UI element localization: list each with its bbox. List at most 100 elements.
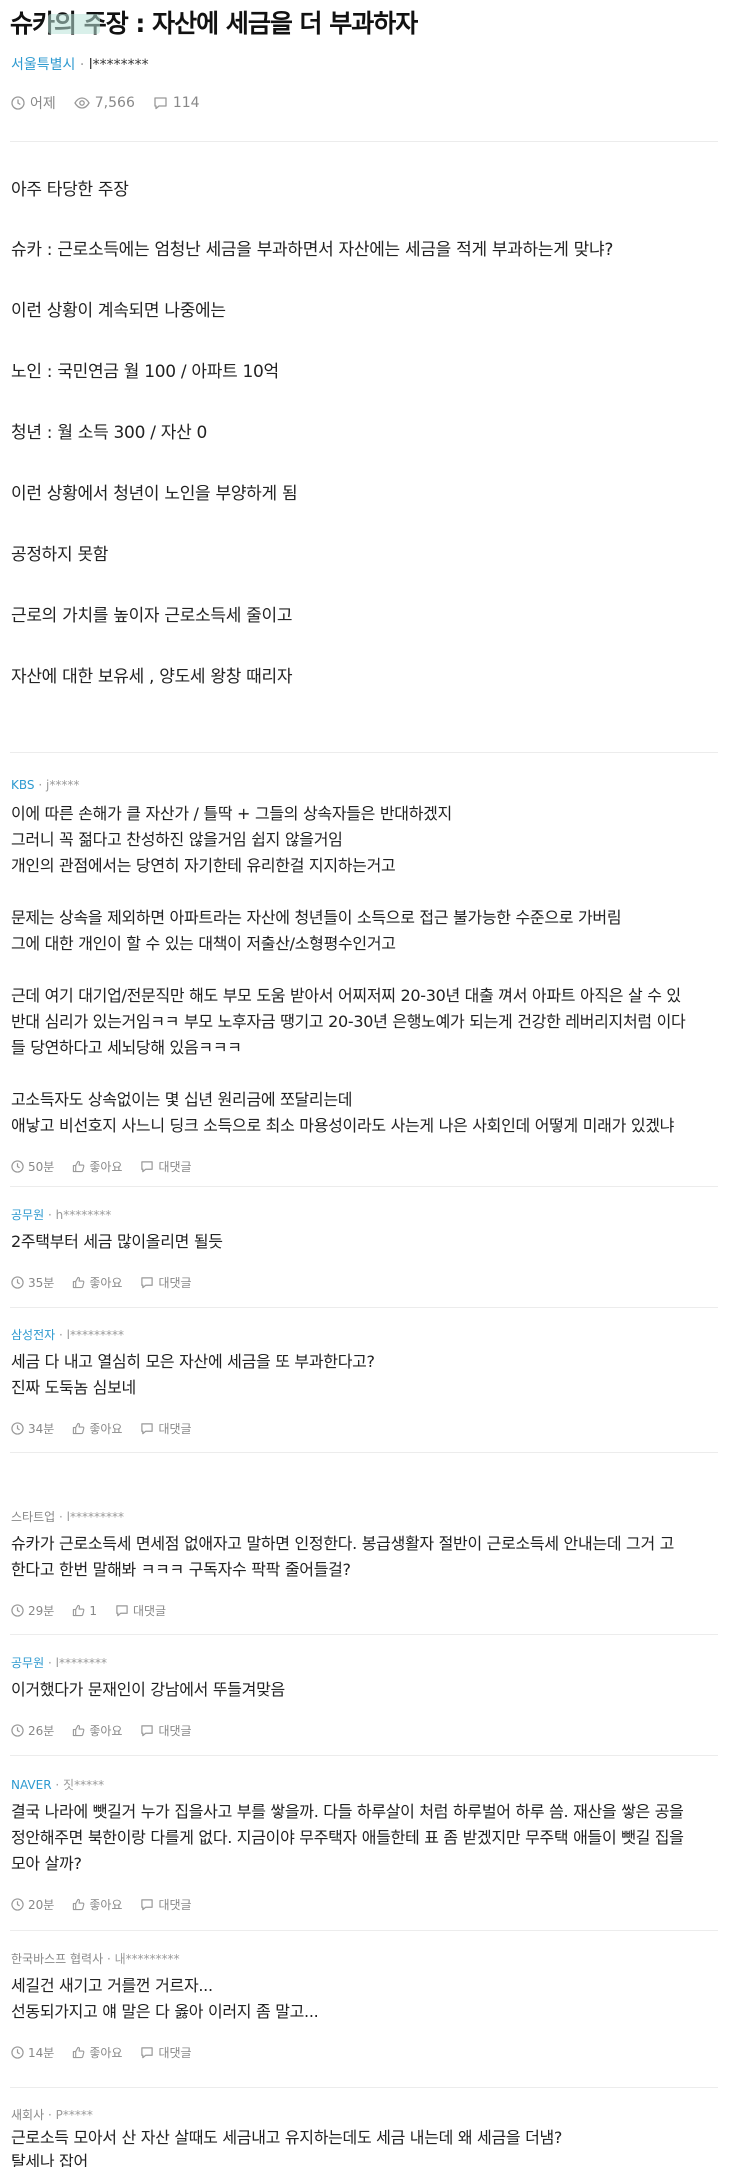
body-line: 이런 상황이 계속되면 나중에는	[11, 301, 226, 321]
comment-company[interactable]: 스타트업	[11, 1510, 55, 1524]
comment-text-line: 한다고 한번 말해봐 ㅋㅋㅋ 구독자수 팍팍 줄어들걸?	[11, 1560, 351, 1579]
body-line: 아주 타당한 주장	[11, 180, 129, 200]
comment-text-line: 슈카가 근로소득세 면세점 없애자고 말하면 인정한다. 봉급생활자 절반이 근…	[11, 1534, 675, 1553]
comment-text-line: 이에 따른 손해가 클 자산가 / 틀딱 + 그들의 상속자들은 반대하겠지	[11, 804, 452, 823]
comment-time-text: 50분	[28, 1160, 55, 1174]
comment-text-line: 결국 나라에 뺏길거 누가 집을사고 부를 쌓을까. 다들 하루살이 처럼 하루…	[11, 1802, 684, 1821]
body-line: 근로의 가치를 높이자 근로소득세 줄이고	[11, 606, 293, 626]
reply-button[interactable]: 대댓글	[115, 1602, 166, 1619]
comment-divider	[10, 2087, 718, 2088]
body-line: 청년 : 월 소득 300 / 자산 0	[11, 423, 208, 443]
comment-author-separator: ·	[38, 778, 43, 792]
comment-time: 29분	[11, 1602, 54, 1619]
like-button[interactable]: 좋아요	[72, 1274, 122, 1291]
comment-item: KBS · j***** 이에 따른 손해가 클 자산가 / 틀딱 + 그들의 …	[0, 770, 729, 1185]
reply-button[interactable]: 대댓글	[140, 1274, 192, 1291]
comment-author-id: j*****	[46, 778, 80, 792]
comment-time-text: 29분	[28, 1604, 55, 1618]
comment-time: 35분	[11, 1274, 54, 1291]
comment-author-separator: ·	[47, 1656, 52, 1670]
author-company[interactable]: 서울특별시	[11, 57, 75, 73]
comment-time: 14분	[11, 2044, 54, 2061]
reply-label: 대댓글	[132, 1604, 167, 1618]
comment-author-id: l*********	[66, 1328, 124, 1342]
comment-time-text: 34분	[28, 1422, 55, 1436]
thumbs-up-icon	[73, 1604, 85, 1617]
reply-label: 대댓글	[158, 1724, 192, 1738]
comment-company[interactable]: 새회사	[11, 2108, 44, 2122]
clock-icon	[11, 1422, 24, 1435]
comment-text-line: 탈세나 잡어	[11, 2152, 88, 2167]
comment-text-line: 세길건 새기고 거를껀 거르자...	[11, 1976, 213, 1995]
like-label: 좋아요	[89, 1160, 123, 1174]
reply-button[interactable]: 대댓글	[140, 1722, 192, 1739]
speech-bubble-icon	[141, 1725, 154, 1737]
comment-divider	[10, 1307, 718, 1308]
post-comments[interactable]: 114	[153, 95, 200, 111]
comment-actions: 50분 좋아요 대댓글	[11, 1158, 210, 1175]
speech-bubble-icon	[116, 1605, 128, 1617]
thumbs-up-icon	[73, 1898, 85, 1911]
reply-label: 대댓글	[158, 2046, 192, 2060]
comment-actions: 29분 1 대댓글	[11, 1602, 184, 1619]
like-button[interactable]: 1	[72, 1604, 97, 1618]
like-label: 좋아요	[89, 1898, 123, 1912]
like-label: 좋아요	[89, 1724, 123, 1738]
comment-divider	[10, 1755, 718, 1756]
comment-company[interactable]: 삼성전자	[11, 1328, 55, 1342]
comment-actions: 35분 좋아요 대댓글	[11, 1274, 210, 1291]
post-author: 서울특별시 · l********	[11, 54, 149, 74]
post-views-count: 7,566	[94, 95, 135, 111]
clock-icon	[11, 1276, 24, 1289]
comment-text-line: 2주택부터 세금 많이올리면 될듯	[11, 1232, 223, 1251]
comment-author-id: 내*********	[114, 1952, 180, 1966]
reply-button[interactable]: 대댓글	[140, 1158, 192, 1175]
speech-bubble-icon	[154, 97, 167, 110]
comment-author-id: 짓*****	[63, 1778, 105, 1792]
comment-divider	[10, 1186, 718, 1187]
like-button[interactable]: 좋아요	[72, 1896, 122, 1913]
comment-actions: 34분 좋아요 대댓글	[11, 1420, 210, 1437]
comment-company[interactable]: NAVER	[11, 1778, 52, 1792]
comment-author: KBS · j*****	[11, 778, 79, 792]
clock-icon	[11, 2046, 24, 2059]
clock-icon	[11, 1604, 24, 1617]
author-separator: ·	[79, 57, 85, 73]
comment-company[interactable]: KBS	[11, 778, 35, 792]
comment-author-separator: ·	[59, 1328, 63, 1342]
comment-company[interactable]: 한국바스프 협력사	[11, 1952, 103, 1966]
like-button[interactable]: 좋아요	[72, 1722, 122, 1739]
title-highlight-overlay	[48, 14, 100, 34]
comment-author: 한국바스프 협력사 · 내*********	[11, 1950, 180, 1967]
comment-author: 새회사 · P*****	[11, 2106, 93, 2123]
comment-text-line: 선동되가지고 얘 말은 다 옳아 이러지 좀 말고...	[11, 2002, 319, 2021]
comment-company[interactable]: 공무원	[11, 1656, 44, 1670]
comment-text-line: 세금 다 내고 열심히 모은 자산에 세금을 또 부과한다고?	[11, 1352, 375, 1371]
reply-button[interactable]: 대댓글	[140, 1896, 192, 1913]
body-line: 슈카 : 근로소득에는 엄청난 세금을 부과하면서 자산에는 세금을 적게 부과…	[11, 240, 614, 260]
comment-text-line: 고소득자도 상속없이는 몇 십년 원리금에 쪼달리는데	[11, 1090, 353, 1109]
comment-text-line: 그러니 꼭 젊다고 찬성하진 않을거임 쉽지 않을거임	[11, 830, 343, 849]
post-time-text: 어제	[30, 96, 56, 112]
like-button[interactable]: 좋아요	[72, 1158, 122, 1175]
like-button[interactable]: 좋아요	[72, 1420, 122, 1437]
comment-author-id: l********	[55, 1656, 107, 1670]
comment-author-id: h********	[55, 1208, 112, 1222]
header-divider	[10, 141, 718, 142]
comment-author: 공무원 · h********	[11, 1206, 111, 1223]
like-button[interactable]: 좋아요	[72, 2044, 122, 2061]
body-line: 노인 : 국민연금 월 100 / 아파트 10억	[11, 362, 279, 382]
comment-time-text: 14분	[28, 2046, 55, 2060]
comment-company[interactable]: 공무원	[11, 1208, 44, 1222]
comment-author-separator: ·	[59, 1510, 63, 1524]
comment-author: 스타트업 · l*********	[11, 1508, 124, 1525]
reply-button[interactable]: 대댓글	[140, 2044, 192, 2061]
like-label: 좋아요	[89, 1422, 123, 1436]
reply-label: 대댓글	[158, 1276, 192, 1290]
speech-bubble-icon	[141, 1423, 154, 1435]
reply-label: 대댓글	[158, 1160, 192, 1174]
comment-text-line: 이거했다가 문재인이 강남에서 뚜들겨맞음	[11, 1680, 285, 1699]
reply-button[interactable]: 대댓글	[140, 1420, 192, 1437]
comment-time-text: 26분	[28, 1724, 55, 1738]
comment-time: 20분	[11, 1896, 54, 1913]
